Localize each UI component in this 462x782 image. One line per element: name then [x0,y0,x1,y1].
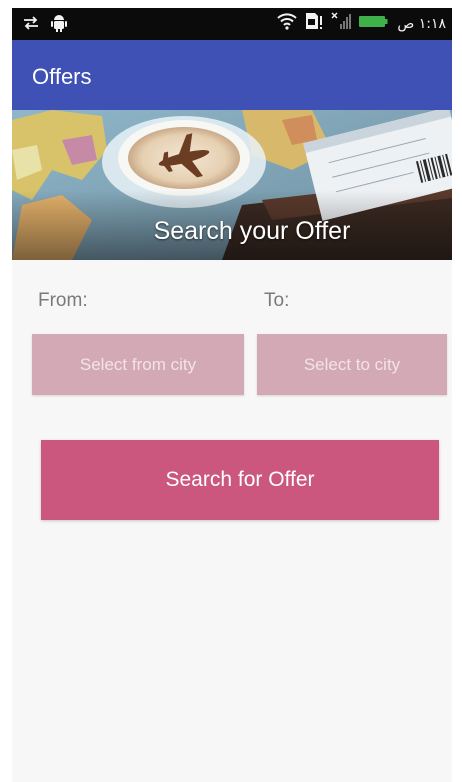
app-bar: Offers [12,40,452,110]
status-bar: ١:١٨ ص [12,8,452,40]
sim-icon [304,12,324,35]
phone-screen: ١:١٨ ص Offers Search your Offer From: To… [12,8,452,782]
android-debug-icon [50,13,68,38]
select-from-city-button[interactable]: Select from city [32,334,244,395]
battery-icon [358,13,388,34]
banner-caption: Search your Offer [153,217,351,245]
status-time: ١:١٨ ص [397,15,446,32]
wifi-icon [277,12,298,35]
banner-image: Search your Offer [12,110,452,260]
search-offer-button[interactable]: Search for Offer [41,440,439,520]
sync-icon [22,14,40,37]
from-label: From: [38,290,88,311]
signal-icon [331,12,352,35]
select-to-city-button[interactable]: Select to city [257,334,447,395]
app-title: Offers [32,64,92,89]
to-label: To: [264,290,290,311]
